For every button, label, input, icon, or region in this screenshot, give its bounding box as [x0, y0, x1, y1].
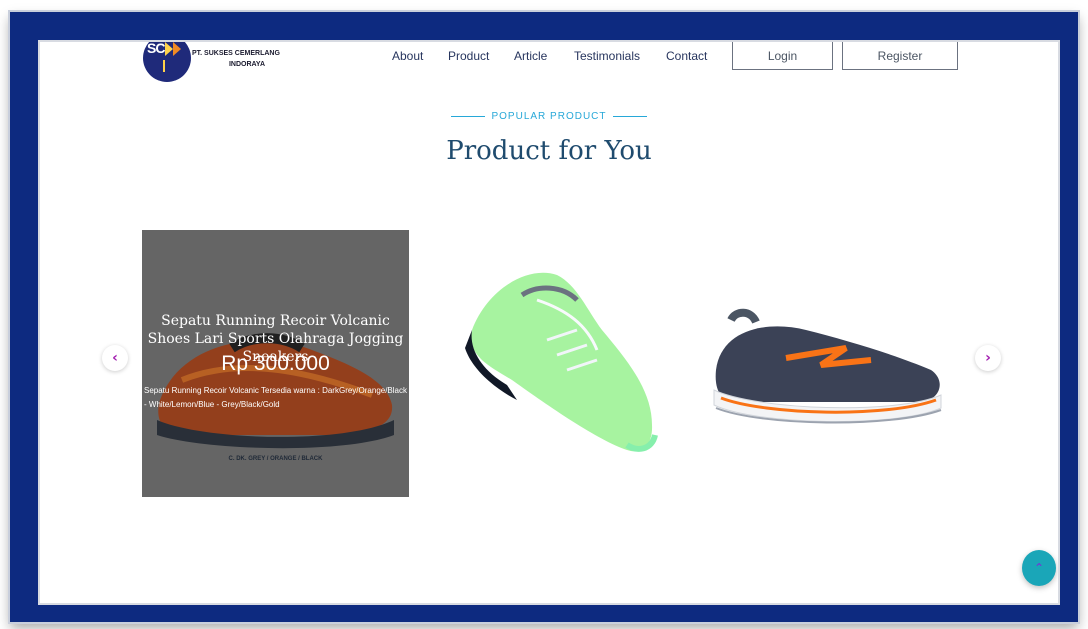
play-icon: [165, 42, 181, 56]
product-card-1[interactable]: Sepatu Running Recoir Volcanic Shoes Lar…: [142, 230, 409, 497]
eyebrow-line-left: [451, 115, 486, 117]
scroll-top-button[interactable]: ⌃: [1022, 550, 1056, 586]
register-button[interactable]: Register: [842, 42, 958, 70]
double-chevron-up-icon: ⌃: [1033, 561, 1045, 575]
carousel-prev-button[interactable]: ‹: [102, 345, 128, 371]
logo-text: SC: [147, 40, 165, 56]
logo-bar: [163, 60, 165, 72]
section-title: Product for You: [446, 136, 652, 166]
shoe-image-grey: [713, 308, 942, 424]
login-button[interactable]: Login: [732, 42, 833, 70]
product-variant-label: C. DK. GREY / ORANGE / BLACK: [228, 456, 323, 462]
product-card-2[interactable]: [427, 230, 694, 497]
shoe-image-green: [465, 272, 658, 452]
product-card-3[interactable]: [696, 230, 963, 497]
nav-about[interactable]: About: [392, 49, 423, 63]
company-name: PT. SUKSES CEMERLANG INDORAYA: [192, 48, 302, 70]
carousel-next-button[interactable]: ›: [975, 345, 1001, 371]
nav-contact[interactable]: Contact: [666, 49, 707, 63]
nav-testimonials[interactable]: Testimonials: [574, 49, 640, 63]
section-eyebrow: POPULAR PRODUCT: [40, 111, 1058, 122]
chevron-left-icon: ‹: [112, 350, 118, 366]
product-description: Sepatu Running Recoir Volcanic Tersedia …: [144, 386, 407, 409]
chevron-right-icon: ›: [985, 350, 991, 366]
company-name-line1: PT. SUKSES CEMERLANG: [192, 50, 280, 57]
webpage: SC PT. SUKSES CEMERLANG INDORAYA About P…: [38, 40, 1060, 605]
eyebrow-text: POPULAR PRODUCT: [491, 111, 607, 122]
product-price: Rp 300.000: [221, 352, 330, 375]
eyebrow-line-right: [612, 115, 647, 117]
nav-product[interactable]: Product: [448, 49, 489, 63]
company-name-line2: INDORAYA: [228, 61, 266, 68]
company-logo[interactable]: SC: [143, 40, 191, 82]
nav-article[interactable]: Article: [514, 49, 547, 63]
